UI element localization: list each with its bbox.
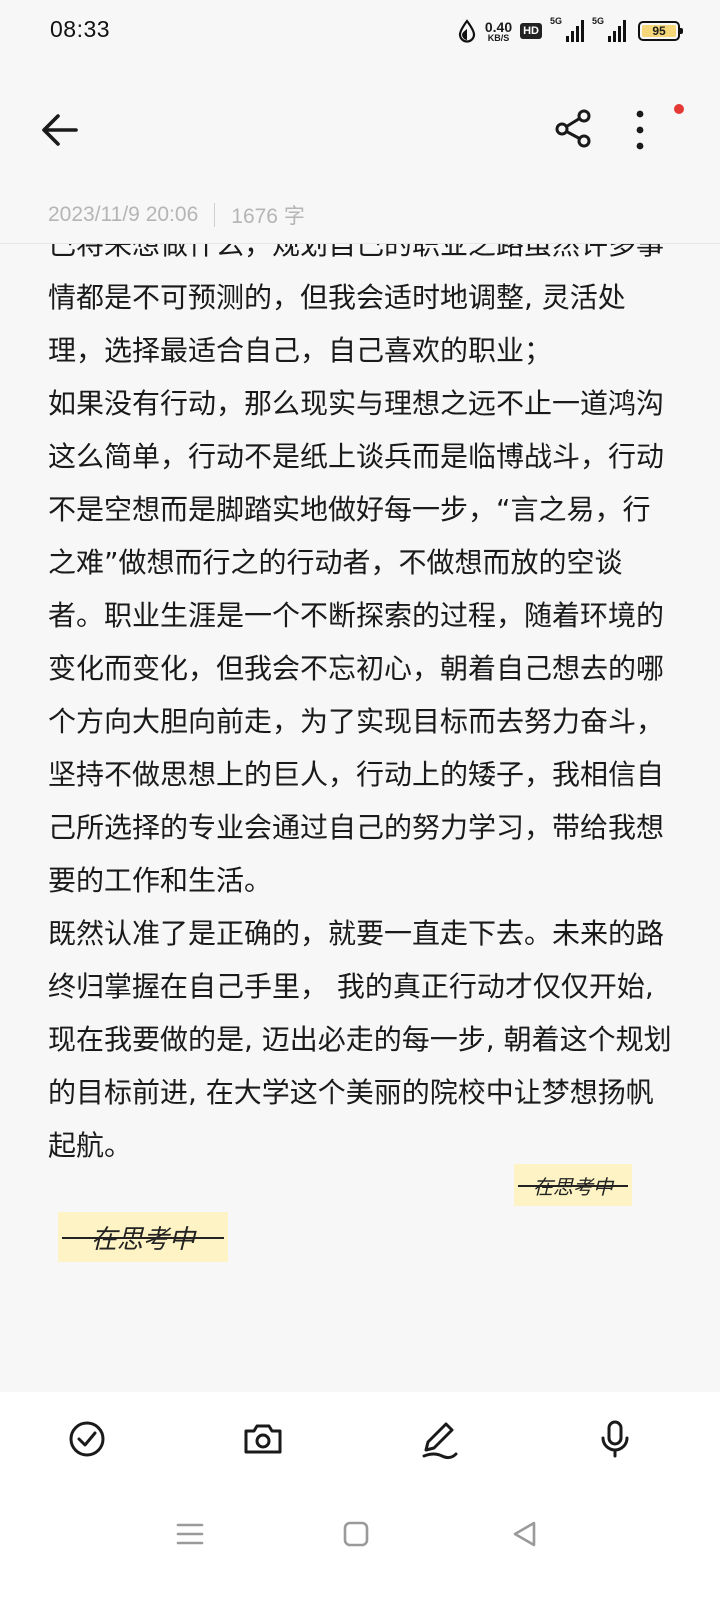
battery-level: 95: [652, 24, 666, 38]
note-body[interactable]: 己将来想做什么，规划自己的职业之路虽然许多事情都是不可预测的，但我会适时地调整,…: [48, 244, 678, 1172]
recent-apps-icon: [176, 1523, 204, 1545]
more-options-button[interactable]: [634, 106, 674, 156]
status-time: 08:33: [50, 16, 111, 42]
note-paragraph: 如果没有行动，那么现实与理想之远不止一道鸿沟这么简单，行动不是纸上谈兵而是临博战…: [48, 387, 665, 897]
signal-label: 5G: [550, 16, 563, 26]
note-meta: 2023/11/9 20:06 1676 字: [48, 200, 305, 230]
home-button[interactable]: [336, 1514, 376, 1554]
microphone-icon: [601, 1420, 629, 1458]
signal-strength-icon-2: 5G: [592, 16, 626, 42]
sticker-strikethrough-2: [62, 1237, 224, 1239]
notes-app-screen: 08:33 0.40 KB/S HD 5G 5G 95 2023/11/9 20…: [0, 0, 720, 1612]
checklist-button[interactable]: [62, 1414, 112, 1464]
network-speed-value: 0.40: [484, 18, 513, 35]
hd-voice-icon: HD: [520, 23, 542, 39]
share-button[interactable]: [552, 106, 596, 150]
status-icons: 0.40 KB/S HD 5G 5G 95: [457, 14, 683, 48]
more-vertical-icon: [636, 110, 644, 150]
note-word-count: 1676 字: [231, 205, 305, 228]
system-back-button[interactable]: [504, 1514, 544, 1554]
note-date: 2023/11/9 20:06: [48, 203, 199, 226]
data-saver-drop-icon: [458, 19, 475, 43]
network-speed: 0.40 KB/S: [485, 20, 512, 43]
notification-dot: [674, 104, 684, 114]
handwriting-button[interactable]: [414, 1414, 464, 1464]
battery-icon: 95: [638, 21, 683, 41]
network-speed-unit: KB/S: [487, 32, 510, 43]
back-triangle-icon: [513, 1521, 536, 1547]
share-icon: [555, 109, 591, 148]
home-icon: [343, 1521, 369, 1547]
status-bar: 08:33 0.40 KB/S HD 5G 5G 95: [0, 0, 720, 64]
camera-button[interactable]: [238, 1414, 288, 1464]
handwriting-sticker[interactable]: 在思考中: [514, 1164, 632, 1206]
signal-strength-icon: 5G: [550, 16, 584, 42]
app-bar: [0, 90, 720, 170]
note-paragraph: 己将来想做什么，规划自己的职业之路虽然许多事情都是不可预测的，但我会适时地调整,…: [48, 244, 665, 367]
voice-input-button[interactable]: [590, 1414, 640, 1464]
sticker-strikethrough: [518, 1185, 628, 1187]
arrow-left-icon: [42, 114, 78, 146]
checklist-icon: [69, 1421, 105, 1457]
meta-divider: [214, 203, 216, 227]
editor-toolbar: [0, 1392, 720, 1488]
camera-icon: [244, 1424, 282, 1454]
handwriting-pen-icon: [422, 1422, 458, 1460]
back-button[interactable]: [36, 108, 84, 152]
signal-label-2: 5G: [592, 16, 605, 26]
handwriting-sticker-2[interactable]: 在思考中: [58, 1212, 228, 1262]
system-nav-bar: [0, 1488, 720, 1612]
note-paragraph: 既然认准了是正确的，就要一直走下去。未来的路终归掌握在自己手里， 我的真正行动才…: [48, 917, 672, 1162]
recent-apps-button[interactable]: [170, 1514, 210, 1554]
